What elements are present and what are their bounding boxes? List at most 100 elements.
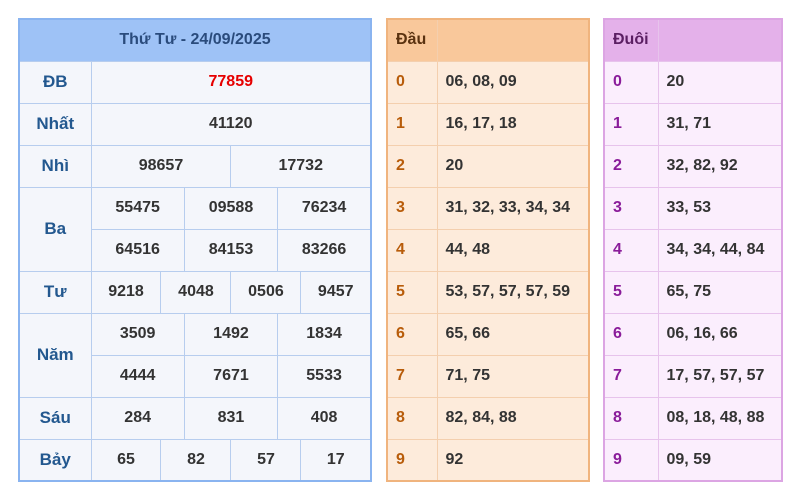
prize-number: 55475: [90, 186, 185, 230]
head-digit-values: 71, 75: [436, 354, 590, 398]
prize-number: 83266: [277, 228, 372, 272]
prize-label-bay: Bảy: [18, 438, 92, 482]
prize-number: 1492: [183, 312, 279, 356]
prize-number: 64516: [90, 228, 185, 272]
head-digit-values: 82, 84, 88: [436, 396, 590, 440]
head-digit-row: 8 82, 84, 88: [386, 396, 590, 440]
tail-digit: 0: [603, 60, 659, 104]
prize-number: 1834: [277, 312, 372, 356]
prize-row-bay: Bảy 65 82 57 17: [18, 438, 372, 482]
prize-row-nhi: Nhì 98657 17732: [18, 144, 372, 188]
head-digit-row: 1 16, 17, 18: [386, 102, 590, 146]
prize-row-sau: Sáu 284 831 408: [18, 396, 372, 440]
tail-digit: 5: [603, 270, 659, 314]
tail-digit-row: 7 17, 57, 57, 57: [603, 354, 783, 398]
head-digit-row: 0 06, 08, 09: [386, 60, 590, 104]
head-digit: 2: [386, 144, 438, 188]
prize-label-db: ĐB: [18, 60, 92, 104]
prize-number: 408: [277, 396, 372, 440]
tail-digit: 4: [603, 228, 659, 272]
head-digit: 4: [386, 228, 438, 272]
prize-label-tu: Tư: [18, 270, 92, 314]
head-digit-row: 3 31, 32, 33, 34, 34: [386, 186, 590, 230]
head-digit-values: 53, 57, 57, 57, 59: [436, 270, 590, 314]
prize-label-nam: Năm: [18, 312, 92, 398]
head-digit-values: 20: [436, 144, 590, 188]
prize-number: 57: [230, 438, 302, 482]
prize-number: 0506: [230, 270, 302, 314]
head-digit-row: 9 92: [386, 438, 590, 482]
tail-digit-values: 17, 57, 57, 57: [657, 354, 783, 398]
prize-row-nhat: Nhất 41120: [18, 102, 372, 146]
prize-number: 98657: [90, 144, 232, 188]
head-digit: 5: [386, 270, 438, 314]
head-digit: 3: [386, 186, 438, 230]
tail-digit: 2: [603, 144, 659, 188]
tail-digit-row: 2 32, 82, 92: [603, 144, 783, 188]
prize-number: 831: [183, 396, 279, 440]
tail-digit: 8: [603, 396, 659, 440]
prize-number: 41120: [90, 102, 372, 146]
tail-digit-values: 34, 34, 44, 84: [657, 228, 783, 272]
head-digit-row: 4 44, 48: [386, 228, 590, 272]
tail-digit: 3: [603, 186, 659, 230]
head-digit-row: 2 20: [386, 144, 590, 188]
tail-digit: 6: [603, 312, 659, 356]
prize-number: 65: [90, 438, 162, 482]
head-digit-row: 6 65, 66: [386, 312, 590, 356]
prize-number: 84153: [183, 228, 279, 272]
prize-number: 4444: [90, 354, 185, 398]
tail-digit-values: 65, 75: [657, 270, 783, 314]
head-digit-row: 5 53, 57, 57, 57, 59: [386, 270, 590, 314]
prize-row-tu: Tư 9218 4048 0506 9457: [18, 270, 372, 314]
head-digit-values: 44, 48: [436, 228, 590, 272]
special-prize-number: 77859: [90, 60, 372, 104]
tail-digit-row: 1 31, 71: [603, 102, 783, 146]
tail-digit-values: 06, 16, 66: [657, 312, 783, 356]
results-header-row: Thứ Tư - 24/09/2025: [18, 18, 372, 62]
tail-digit-values: 33, 53: [657, 186, 783, 230]
head-digit-header: Đầu: [386, 18, 438, 62]
prize-number: 76234: [277, 186, 372, 230]
tail-digit: 9: [603, 438, 659, 482]
tail-digit-values: 20: [657, 60, 783, 104]
prize-number: 17: [300, 438, 372, 482]
results-table: Thứ Tư - 24/09/2025 ĐB 77859 Nhất 41120 …: [18, 18, 372, 482]
head-digit: 8: [386, 396, 438, 440]
prize-number: 4048: [160, 270, 232, 314]
prize-label-ba: Ba: [18, 186, 92, 272]
head-digit: 7: [386, 354, 438, 398]
prize-number: 17732: [230, 144, 372, 188]
tail-digit-header-blank: [657, 18, 783, 62]
prize-number: 9218: [90, 270, 162, 314]
head-digit: 6: [386, 312, 438, 356]
tail-digit-row: 8 08, 18, 48, 88: [603, 396, 783, 440]
tail-digit: 7: [603, 354, 659, 398]
prize-row-nam-1: Năm 3509 1492 1834: [18, 312, 372, 398]
tail-digit-row: 0 20: [603, 60, 783, 104]
head-digit-header-blank: [436, 18, 590, 62]
head-digit-values: 92: [436, 438, 590, 482]
tail-digit-values: 32, 82, 92: [657, 144, 783, 188]
prize-label-sau: Sáu: [18, 396, 92, 440]
head-digit-values: 31, 32, 33, 34, 34: [436, 186, 590, 230]
prize-row-ba-1: Ba 55475 09588 76234: [18, 186, 372, 272]
prize-number: 7671: [183, 354, 279, 398]
tail-digit-row: 9 09, 59: [603, 438, 783, 482]
tail-digit-header-row: Đuôi: [603, 18, 783, 62]
head-digit-row: 7 71, 75: [386, 354, 590, 398]
prize-number: 3509: [90, 312, 185, 356]
head-digit: 9: [386, 438, 438, 482]
tail-digit-table: Đuôi 0 20 1 31, 71 2 32, 82, 92 3 33, 53 4 34…: [603, 18, 783, 482]
tail-digit-values: 08, 18, 48, 88: [657, 396, 783, 440]
draw-date-title: Thứ Tư - 24/09/2025: [18, 18, 372, 62]
prize-number: 82: [160, 438, 232, 482]
tail-digit-row: 4 34, 34, 44, 84: [603, 228, 783, 272]
head-digit-values: 16, 17, 18: [436, 102, 590, 146]
tail-digit-values: 09, 59: [657, 438, 783, 482]
prize-number: 5533: [277, 354, 372, 398]
head-digit: 0: [386, 60, 438, 104]
tail-digit-row: 5 65, 75: [603, 270, 783, 314]
prize-label-nhat: Nhất: [18, 102, 92, 146]
head-digit: 1: [386, 102, 438, 146]
